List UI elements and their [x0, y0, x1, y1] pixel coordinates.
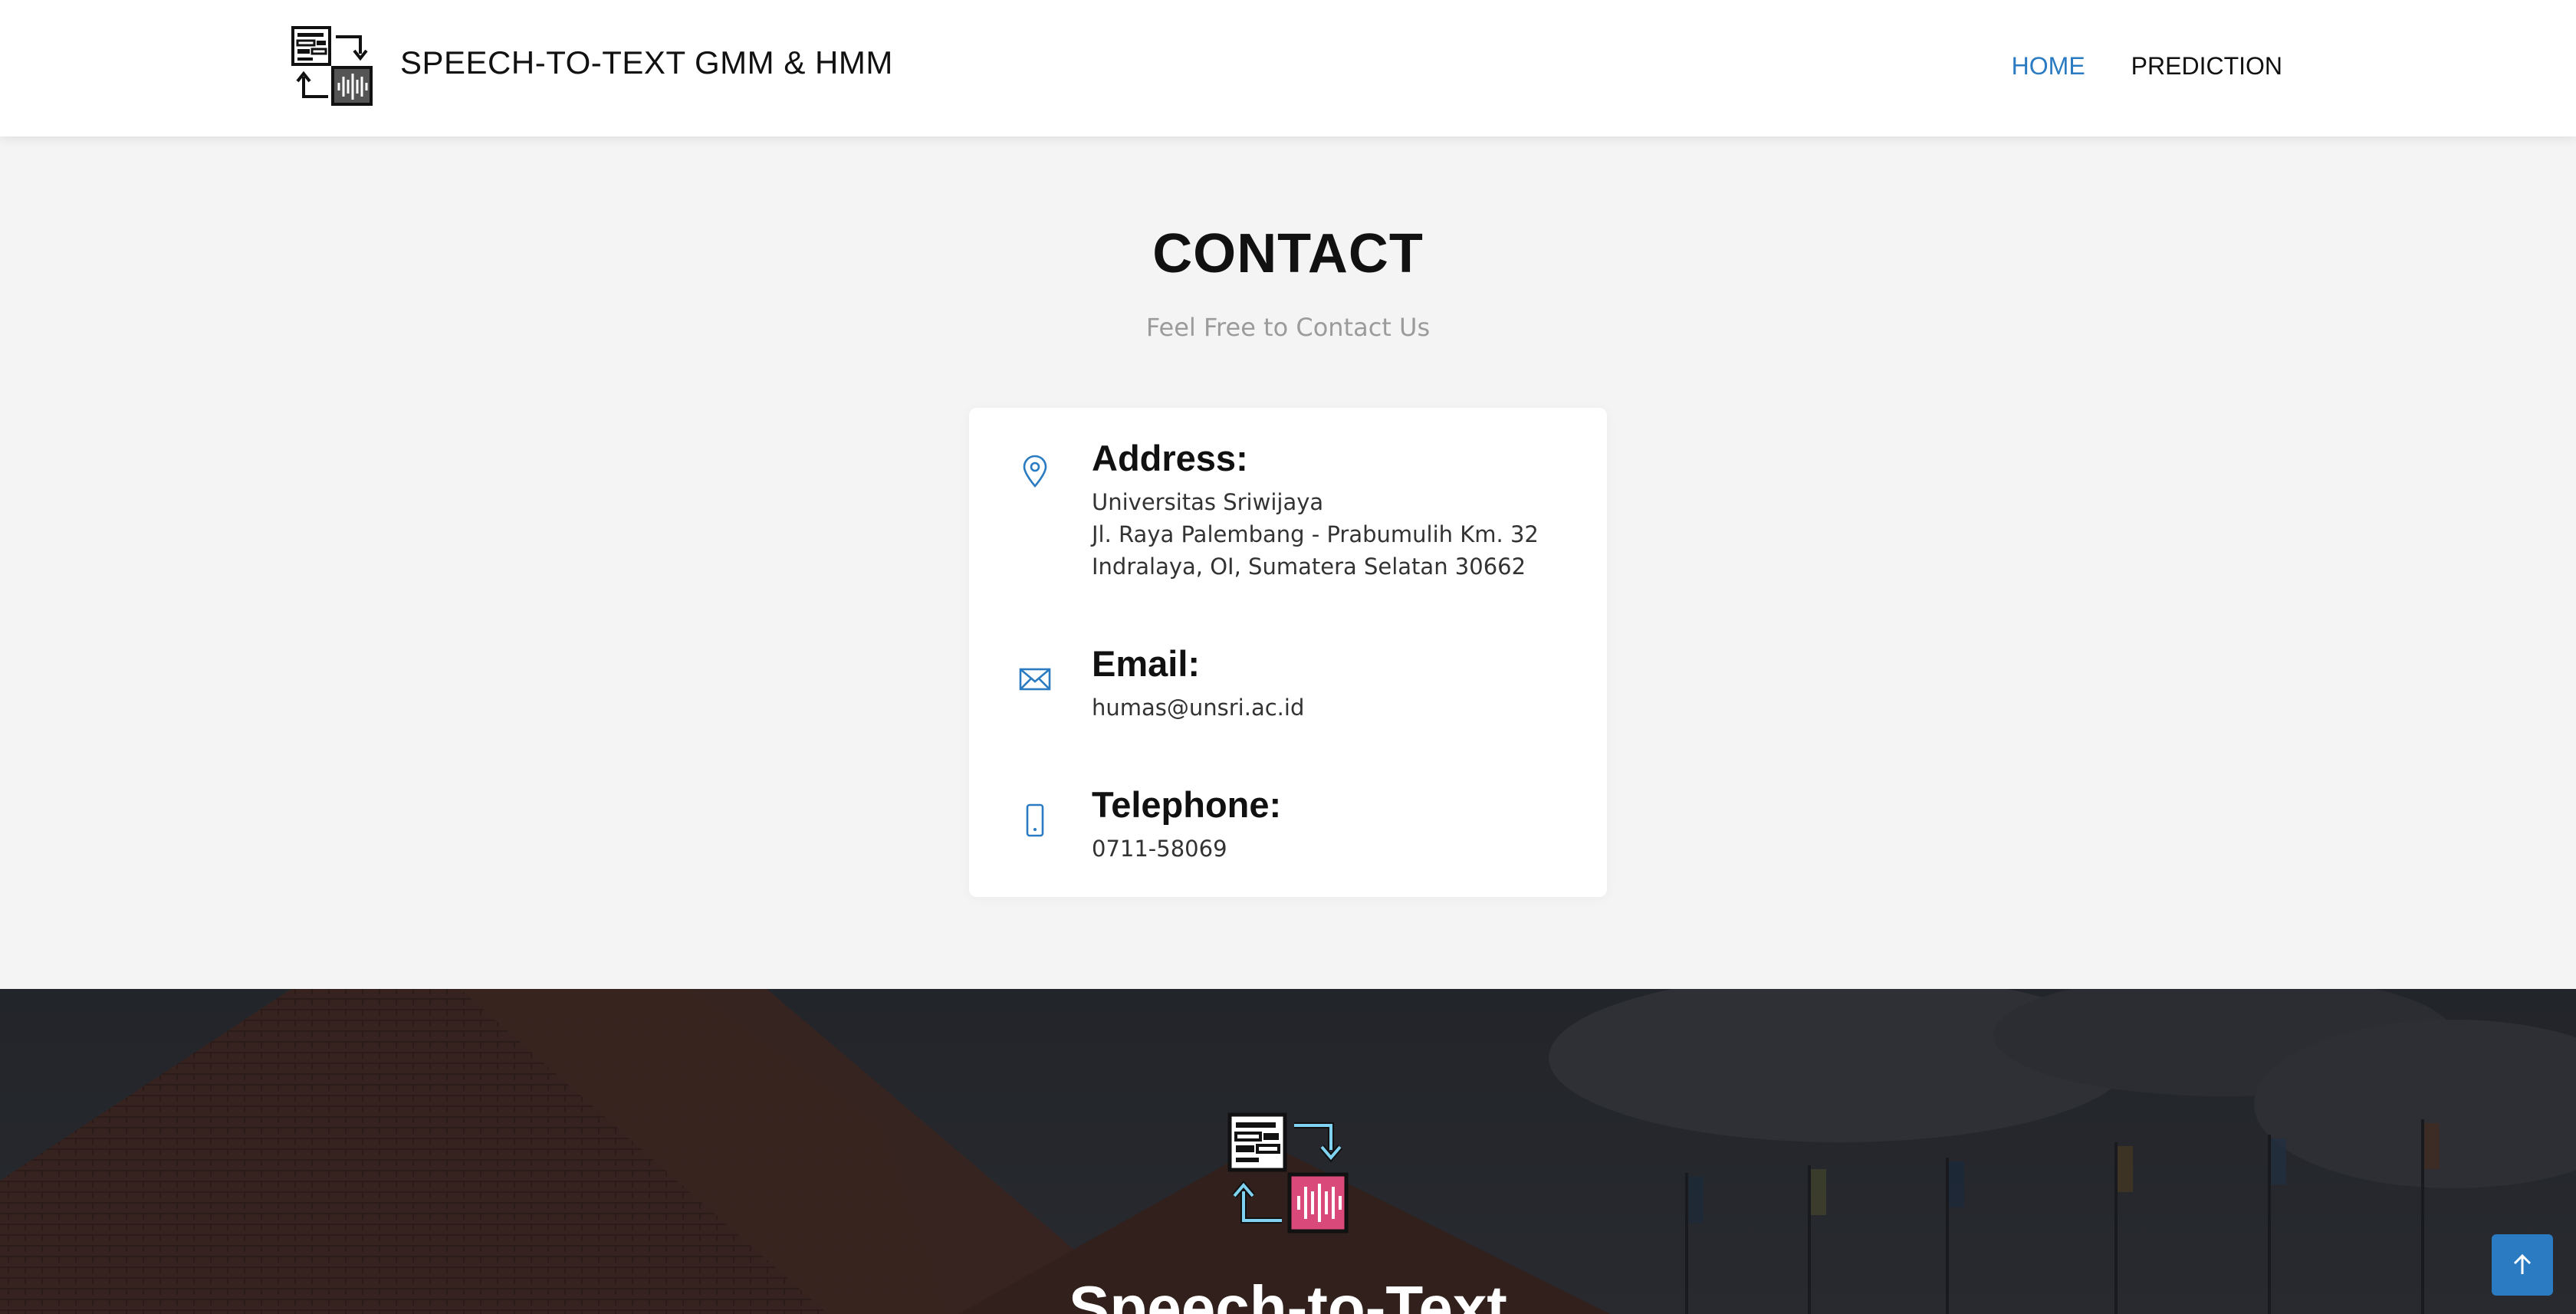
main-nav: HOME PREDICTION [2012, 52, 2282, 80]
map-pin-icon [1023, 455, 1047, 488]
site-logo[interactable] [291, 26, 373, 106]
contact-subtitle: Feel Free to Contact Us [1145, 313, 1431, 342]
envelope-icon [1019, 668, 1051, 691]
contact-info-card: Address: Universitas Sriwijaya Jl. Raya … [969, 408, 1607, 897]
email-value[interactable]: humas@unsri.ac.id [1092, 695, 1304, 721]
footer-title: Speech-to-Text [1069, 1273, 1507, 1314]
contact-title: CONTACT [1152, 223, 1424, 284]
address-line-2: Jl. Raya Palembang - Prabumulih Km. 32 [1092, 521, 1539, 547]
phone-icon [1026, 803, 1044, 837]
back-to-top-button[interactable] [2492, 1234, 2553, 1296]
telephone-value[interactable]: 0711-58069 [1092, 836, 1227, 862]
brand-title[interactable]: SPEECH-TO-TEXT GMM & HMM [400, 44, 893, 81]
address-heading: Address: [1092, 438, 1248, 478]
site-header: SPEECH-TO-TEXT GMM & HMM HOME PREDICTION [0, 0, 2576, 136]
footer-logo [1227, 1112, 1349, 1234]
arrow-up-icon [2513, 1253, 2532, 1274]
telephone-heading: Telephone: [1092, 784, 1282, 825]
address-line-1: Universitas Sriwijaya [1092, 489, 1324, 515]
nav-prediction[interactable]: PREDICTION [2131, 52, 2282, 80]
email-heading: Email: [1092, 643, 1201, 684]
nav-home[interactable]: HOME [2012, 52, 2085, 80]
address-line-3: Indralaya, OI, Sumatera Selatan 30662 [1092, 554, 1526, 580]
